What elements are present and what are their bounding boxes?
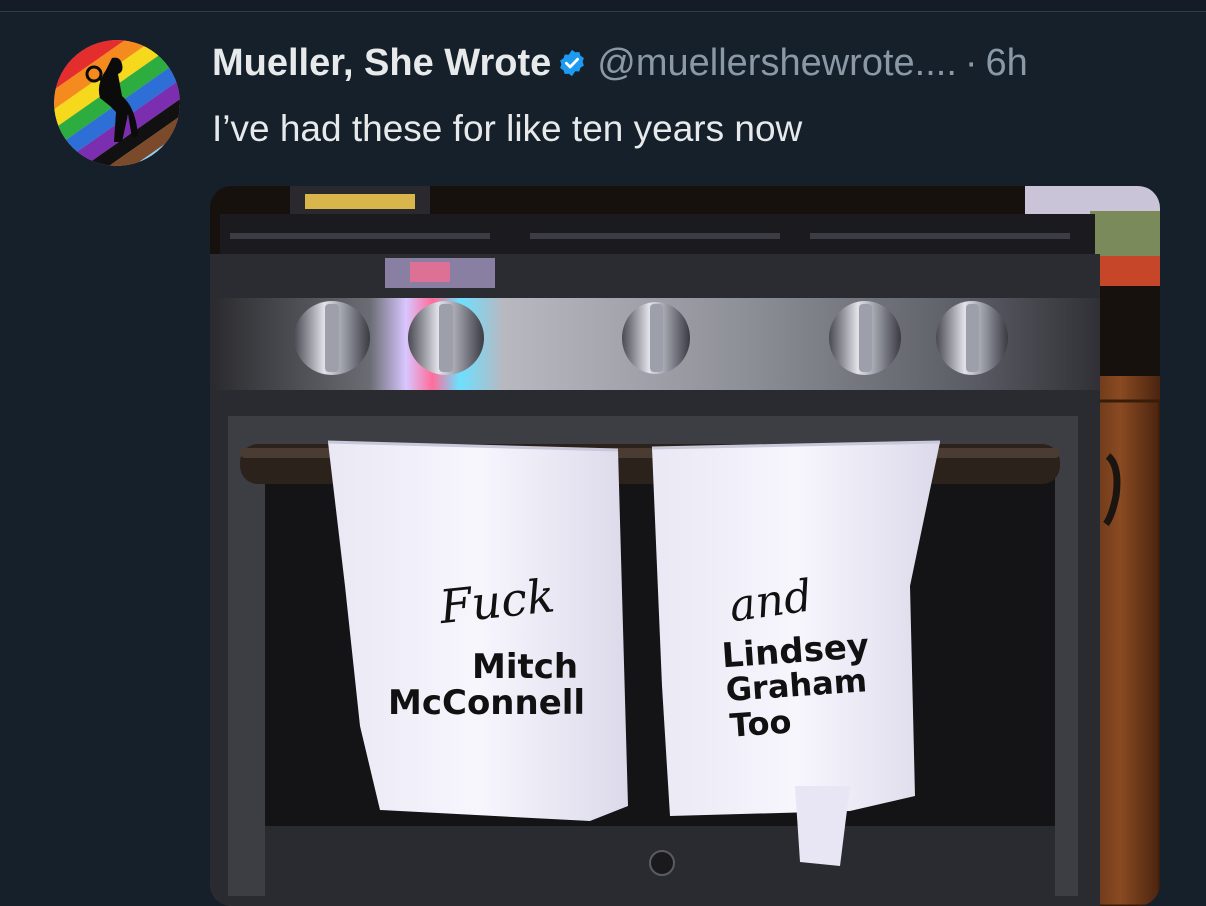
top-divider: [0, 0, 1206, 12]
separator-dot: ·: [964, 42, 978, 84]
avatar-rainbow-image: [54, 40, 180, 166]
author-handle[interactable]: @muellershewrote....: [597, 40, 957, 86]
tweet-timestamp[interactable]: 6h: [986, 40, 1028, 86]
avatar[interactable]: [54, 40, 180, 166]
author-name[interactable]: Mueller, She Wrote: [212, 40, 551, 86]
tweet-media-photo[interactable]: Fuck Mitch McConnell and Lindsey Graham …: [210, 186, 1160, 906]
tweet-text: I’ve had these for like ten years now: [212, 108, 803, 149]
towel-left-line2: McConnell: [388, 683, 585, 723]
stove-photo: Fuck Mitch McConnell and Lindsey Graham …: [210, 186, 1160, 906]
tweet-header: Mueller, She Wrote @muellershewrote.... …: [212, 40, 1028, 86]
towel-right-line3: Too: [729, 703, 793, 745]
towel-left-line1: Mitch: [472, 647, 578, 687]
verified-badge-icon: [557, 48, 587, 78]
